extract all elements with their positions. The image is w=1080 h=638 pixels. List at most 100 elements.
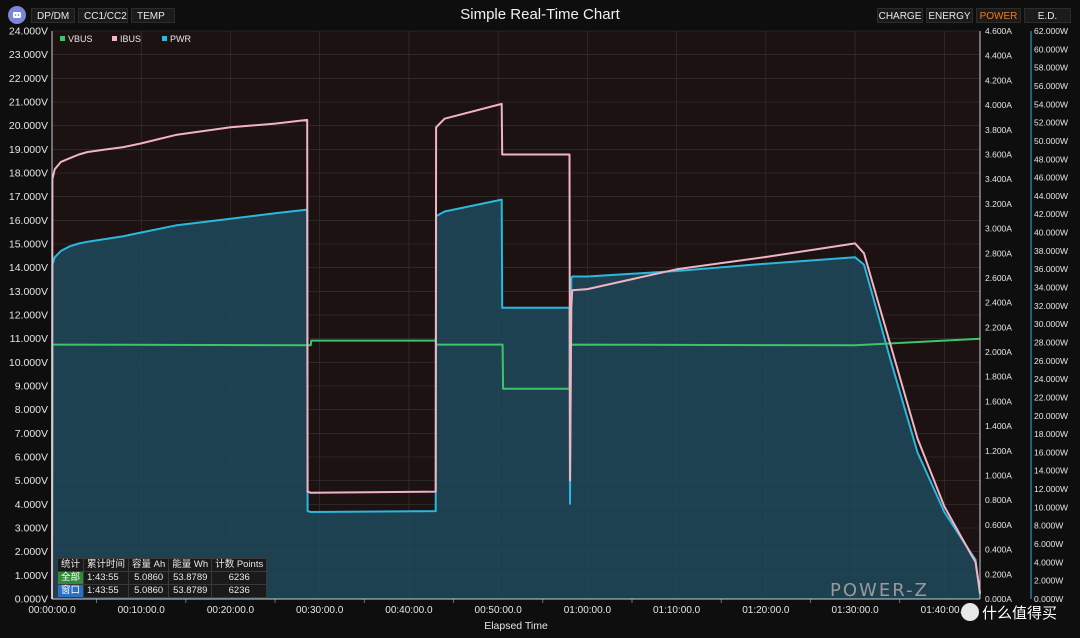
y-tick-label-power: 6.000W [1034,539,1063,549]
y-tick-label-power: 58.000W [1034,63,1068,73]
stats-header: 容量 Ah [128,558,170,572]
y-tick-label-power: 26.000W [1034,356,1068,366]
y-tick-label-current: 1.400A [985,421,1012,431]
stats-header: 统计 [56,558,85,572]
stats-table: 统计 累计时间 容量 Ah 能量 Wh 计数 Points 全部 1:43:55… [56,558,268,598]
brand-watermark: 什么值得买 [982,605,1058,622]
y-tick-label-power: 60.000W [1034,44,1068,54]
y-tick-label-left: 20.000V [9,120,48,132]
y-tick-label-power: 8.000W [1034,521,1063,531]
y-tick-label-left: 13.000V [9,286,48,298]
y-tick-label-left: 16.000V [9,215,48,227]
y-tick-label-current: 2.600A [985,273,1012,283]
y-tick-label-power: 42.000W [1034,209,1068,219]
y-tick-label-power: 46.000W [1034,173,1068,183]
y-tick-label-left: 15.000V [9,239,48,251]
y-tick-label-current: 2.000A [985,347,1012,357]
y-tick-label-current: 1.200A [985,446,1012,456]
stats-cell: 5.0860 [128,571,170,585]
y-tick-label-power: 30.000W [1034,319,1068,329]
y-tick-label-power: 54.000W [1034,99,1068,109]
stats-row-window: 窗口 1:43:55 5.0860 53.8789 6236 [56,584,268,598]
y-tick-label-current: 1.800A [985,372,1012,382]
legend-label: PWR [170,34,191,44]
y-tick-label-left: 4.000V [15,499,48,511]
y-tick-label-current: 4.000A [985,100,1012,110]
stats-row-label[interactable]: 窗口 [56,584,85,598]
stats-cell: 1:43:55 [83,584,130,598]
legend-label: IBUS [120,34,141,44]
y-tick-label-power: 44.000W [1034,191,1068,201]
x-tick-label: 00:40:00.0 [385,605,433,616]
y-tick-label-current: 4.600A [985,26,1012,36]
x-tick-label: 00:30:00.0 [296,605,344,616]
y-tick-label-current: 2.200A [985,322,1012,332]
stats-cell: 6236 [211,584,268,598]
y-tick-label-current: 3.200A [985,199,1012,209]
y-tick-label-left: 9.000V [15,381,48,393]
y-tick-label-left: 17.000V [9,191,48,203]
y-tick-label-current: 2.400A [985,298,1012,308]
x-tick-label: 01:30:00.0 [831,605,879,616]
y-tick-label-current: 0.200A [985,569,1012,579]
x-tick-label: 00:10:00.0 [118,605,166,616]
y-tick-label-power: 38.000W [1034,246,1068,256]
stats-row-all: 全部 1:43:55 5.0860 53.8789 6236 [56,571,268,585]
legend-swatch [60,36,65,41]
y-tick-label-left: 1.000V [15,570,48,582]
brand-logo-icon [961,603,979,621]
x-tick-label: 01:00:00.0 [564,605,612,616]
y-tick-label-left: 22.000V [9,73,48,85]
y-tick-label-current: 2.800A [985,248,1012,258]
x-tick-label: 00:00:00.0 [28,605,76,616]
y-tick-label-current: 3.600A [985,149,1012,159]
y-tick-label-left: 7.000V [15,428,48,440]
legend-swatch [162,36,167,41]
x-tick-label: 00:20:00.0 [207,605,255,616]
stats-header-row: 统计 累计时间 容量 Ah 能量 Wh 计数 Points [56,558,268,572]
y-tick-label-power: 4.000W [1034,557,1063,567]
y-tick-label-left: 0.000V [15,594,48,606]
y-tick-label-current: 0.800A [985,495,1012,505]
power-z-watermark: POWER-Z [830,580,929,601]
y-tick-label-left: 21.000V [9,97,48,109]
y-tick-label-power: 16.000W [1034,447,1068,457]
y-tick-label-current: 3.400A [985,174,1012,184]
x-tick-label: 01:20:00.0 [742,605,790,616]
x-axis-label: Elapsed Time [484,620,548,632]
y-tick-label-power: 18.000W [1034,429,1068,439]
y-tick-label-power: 62.000W [1034,26,1068,36]
stats-cell: 53.8789 [168,584,213,598]
y-tick-label-power: 12.000W [1034,484,1068,494]
legend: VBUS IBUS PWR [60,34,191,44]
y-tick-label-left: 8.000V [15,404,48,416]
y-tick-label-power: 40.000W [1034,228,1068,238]
y-tick-label-left: 2.000V [15,546,48,558]
y-tick-label-power: 10.000W [1034,502,1068,512]
stats-cell: 5.0860 [128,584,170,598]
y-tick-label-left: 6.000V [15,452,48,464]
stats-cell: 1:43:55 [83,571,130,585]
y-tick-label-left: 3.000V [15,523,48,535]
stats-header: 计数 Points [211,558,268,572]
y-tick-label-current: 1.600A [985,396,1012,406]
y-tick-label-left: 24.000V [9,26,48,38]
stats-row-label[interactable]: 全部 [56,571,85,585]
y-tick-label-left: 23.000V [9,49,48,61]
y-tick-label-current: 4.400A [985,51,1012,61]
y-tick-label-current: 4.200A [985,75,1012,85]
y-tick-label-current: 0.400A [985,545,1012,555]
y-tick-label-power: 50.000W [1034,136,1068,146]
y-tick-label-power: 28.000W [1034,337,1068,347]
legend-label: VBUS [68,34,93,44]
y-tick-label-power: 48.000W [1034,154,1068,164]
y-tick-label-left: 12.000V [9,310,48,322]
y-tick-label-left: 10.000V [9,357,48,369]
y-tick-label-left: 19.000V [9,144,48,156]
y-tick-label-power: 36.000W [1034,264,1068,274]
y-tick-label-power: 2.000W [1034,576,1063,586]
y-tick-label-current: 3.800A [985,125,1012,135]
stats-header: 能量 Wh [168,558,213,572]
y-tick-label-left: 18.000V [9,168,48,180]
y-tick-label-left: 5.000V [15,475,48,487]
